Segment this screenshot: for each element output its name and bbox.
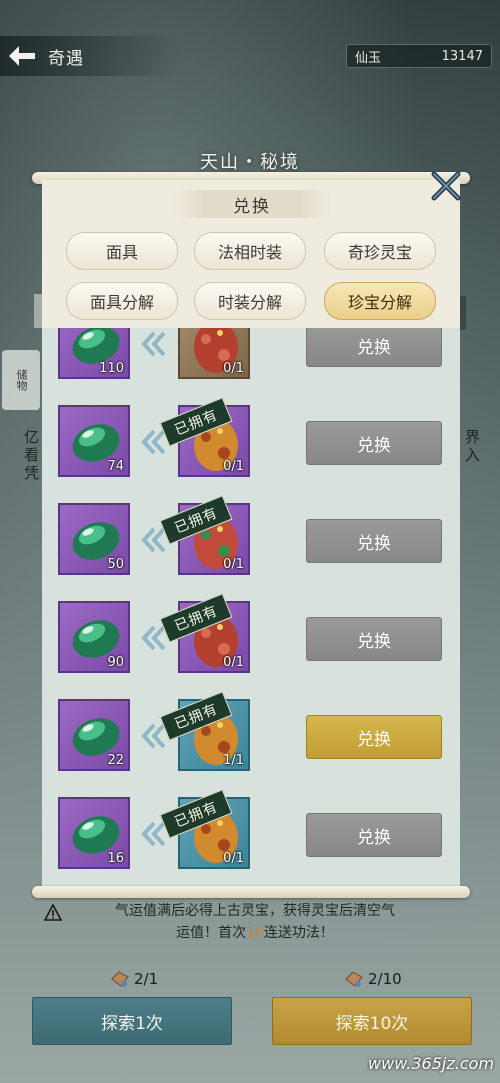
currency-value: 13147 [441, 48, 483, 64]
exchange-row: 110 0/1 兑换 [42, 328, 460, 391]
jade-gem-icon [72, 816, 120, 854]
jade-gem-icon [72, 424, 120, 462]
cost-amount: 16 [107, 851, 124, 866]
tab-mask-decompose[interactable]: 面具分解 [66, 282, 178, 320]
exchange-modal: 兑换 面具 法相时装 奇珍灵宝 面具分解 时装分解 珍宝分解 110 0/1 兑换 7… [42, 180, 460, 890]
cost-item-slot[interactable]: 74 [58, 405, 130, 477]
jade-gem-icon [72, 522, 120, 560]
arrow-chevron-icon [141, 331, 166, 357]
cost-item-slot[interactable]: 110 [58, 328, 130, 379]
back-button[interactable]: 奇遇 [0, 36, 180, 76]
top-bar: 奇遇 仙玉 13147 [0, 36, 500, 78]
scroll-rod-bottom [32, 886, 470, 898]
storage-button[interactable]: 储物 [2, 350, 40, 410]
ticket-icon [111, 971, 129, 987]
exchange-row: 74 0/1 已拥有 兑换 [42, 391, 460, 489]
exchange-button[interactable]: 兑换 [306, 519, 442, 563]
cost-item-slot[interactable]: 22 [58, 699, 130, 771]
cost-amount: 74 [107, 459, 124, 474]
exchange-row: 90 0/1 已拥有 兑换 [42, 587, 460, 685]
count-left: 2/1 [110, 970, 158, 988]
cost-amount: 50 [107, 557, 124, 572]
back-arrow-icon [6, 44, 38, 68]
tab-mask[interactable]: 面具 [66, 232, 178, 270]
reward-item-slot[interactable]: 0/1 [178, 328, 250, 379]
cost-item-slot[interactable]: 50 [58, 503, 130, 575]
exchange-button[interactable]: 兑换 [306, 328, 442, 367]
exchange-list[interactable]: 110 0/1 兑换 74 0/1 已拥有 兑换 50 0/1 已拥有 兑换 90 0/1 已拥有 兑换 22… [42, 328, 460, 888]
exchange-button[interactable]: 兑换 [306, 813, 442, 857]
close-icon[interactable] [430, 170, 462, 202]
count-right: 2/10 [344, 970, 402, 988]
cost-amount: 110 [99, 361, 124, 376]
back-title: 奇遇 [48, 48, 84, 69]
exchange-button[interactable]: 兑换 [306, 421, 442, 465]
tab-treasure-decompose[interactable]: 珍宝分解 [324, 282, 436, 320]
reward-progress: 1/1 [223, 753, 244, 768]
location-title: 天山・秘境 [200, 152, 300, 173]
reward-progress: 0/1 [223, 361, 244, 376]
currency-name: 仙玉 [355, 50, 382, 66]
cost-item-slot[interactable]: 16 [58, 797, 130, 869]
exchange-button[interactable]: 兑换 [306, 617, 442, 661]
currency-display: 仙玉 13147 [346, 44, 492, 68]
tab-fashion-decompose[interactable]: 时装分解 [194, 282, 306, 320]
note-highlight: 10 [246, 925, 264, 941]
ticket-icon [345, 971, 363, 987]
explore-ten-button[interactable]: 探索10次 [272, 997, 472, 1045]
exchange-button[interactable]: 兑换 [306, 715, 442, 759]
explore-once-button[interactable]: 探索1次 [32, 997, 232, 1045]
note-line-2: 运值！首次10连送功法！ [176, 925, 334, 941]
jade-gem-icon [72, 620, 120, 658]
watermark: www.365jz.com [368, 1054, 494, 1073]
modal-title: 兑换 [172, 190, 332, 218]
exchange-row: 50 0/1 已拥有 兑换 [42, 489, 460, 587]
reward-progress: 0/1 [223, 655, 244, 670]
exchange-row: 16 0/1 已拥有 兑换 [42, 783, 460, 881]
tab-dharma-fashion[interactable]: 法相时装 [194, 232, 306, 270]
jade-gem-icon [72, 718, 120, 756]
note-line-1: 气运值满后必得上古灵宝，获得灵宝后清空气 [115, 903, 395, 919]
reward-progress: 0/1 [223, 851, 244, 866]
reward-progress: 0/1 [223, 557, 244, 572]
exchange-row: 22 1/1 已拥有 兑换 [42, 685, 460, 783]
luck-note: 气运值满后必得上古灵宝，获得灵宝后清空气 运值！首次10连送功法！ [40, 900, 470, 944]
cost-amount: 90 [107, 655, 124, 670]
reward-progress: 0/1 [223, 459, 244, 474]
cost-amount: 22 [107, 753, 124, 768]
cost-item-slot[interactable]: 90 [58, 601, 130, 673]
tab-rare-treasure[interactable]: 奇珍灵宝 [324, 232, 436, 270]
